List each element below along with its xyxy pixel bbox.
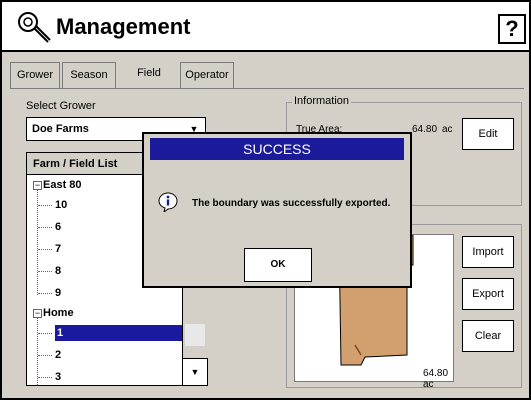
tree-line (38, 227, 52, 228)
collapse-icon[interactable]: − (33, 309, 42, 318)
select-grower-label: Select Grower (26, 100, 96, 112)
help-button[interactable]: ? (498, 14, 526, 44)
scroll-down-icon[interactable]: ▼ (182, 358, 208, 386)
import-button[interactable]: Import (462, 236, 514, 268)
app-title: Management (56, 14, 191, 39)
tree-farm-east-80[interactable]: East 80 (43, 177, 82, 193)
tree-field-3[interactable]: 3 (55, 369, 61, 385)
dialog-message: The boundary was successfully exported. (192, 198, 391, 209)
tab-operator[interactable]: Operator (180, 62, 234, 88)
wrench-icon (18, 12, 51, 43)
tree-field-7[interactable]: 7 (55, 241, 61, 257)
ok-button[interactable]: OK (244, 248, 312, 282)
true-area-value: 64.80 (412, 124, 438, 135)
success-dialog: SUCCESS The boundary was successfully ex… (142, 132, 412, 288)
true-area-unit: ac (442, 124, 453, 135)
grower-select-value: Doe Farms (32, 123, 89, 135)
tree-field-9[interactable]: 9 (55, 285, 61, 301)
title-bar: Management ? (2, 2, 529, 52)
collapse-icon[interactable]: − (33, 181, 42, 190)
tree-farm-home[interactable]: Home (43, 305, 74, 321)
tree-line (37, 313, 38, 385)
tree-line (38, 355, 52, 356)
boundary-area-label: 64.80 ac (423, 368, 449, 390)
tree-field-10[interactable]: 10 (55, 197, 67, 213)
scroll-thumb[interactable] (185, 324, 205, 346)
dialog-title: SUCCESS (150, 138, 404, 160)
info-icon (158, 192, 178, 212)
tab-field[interactable]: Field (118, 60, 180, 88)
tree-field-6[interactable]: 6 (55, 219, 61, 235)
app-window: Management ? Grower Season Field Operato… (0, 0, 531, 400)
tree-field-1[interactable]: 1 (55, 325, 183, 341)
tree-line (38, 205, 52, 206)
edit-button[interactable]: Edit (462, 118, 514, 150)
export-button[interactable]: Export (462, 278, 514, 310)
information-title: Information (292, 95, 352, 107)
tab-divider (10, 88, 524, 89)
tree-line (38, 271, 52, 272)
tree-line (38, 377, 52, 378)
tree-field-8[interactable]: 8 (55, 263, 61, 279)
tree-line (38, 333, 52, 334)
tab-season[interactable]: Season (62, 62, 116, 88)
tree-field-2[interactable]: 2 (55, 347, 61, 363)
tree-line (38, 293, 52, 294)
tree-line (38, 249, 52, 250)
tab-grower[interactable]: Grower (10, 62, 60, 88)
clear-button[interactable]: Clear (462, 320, 514, 352)
